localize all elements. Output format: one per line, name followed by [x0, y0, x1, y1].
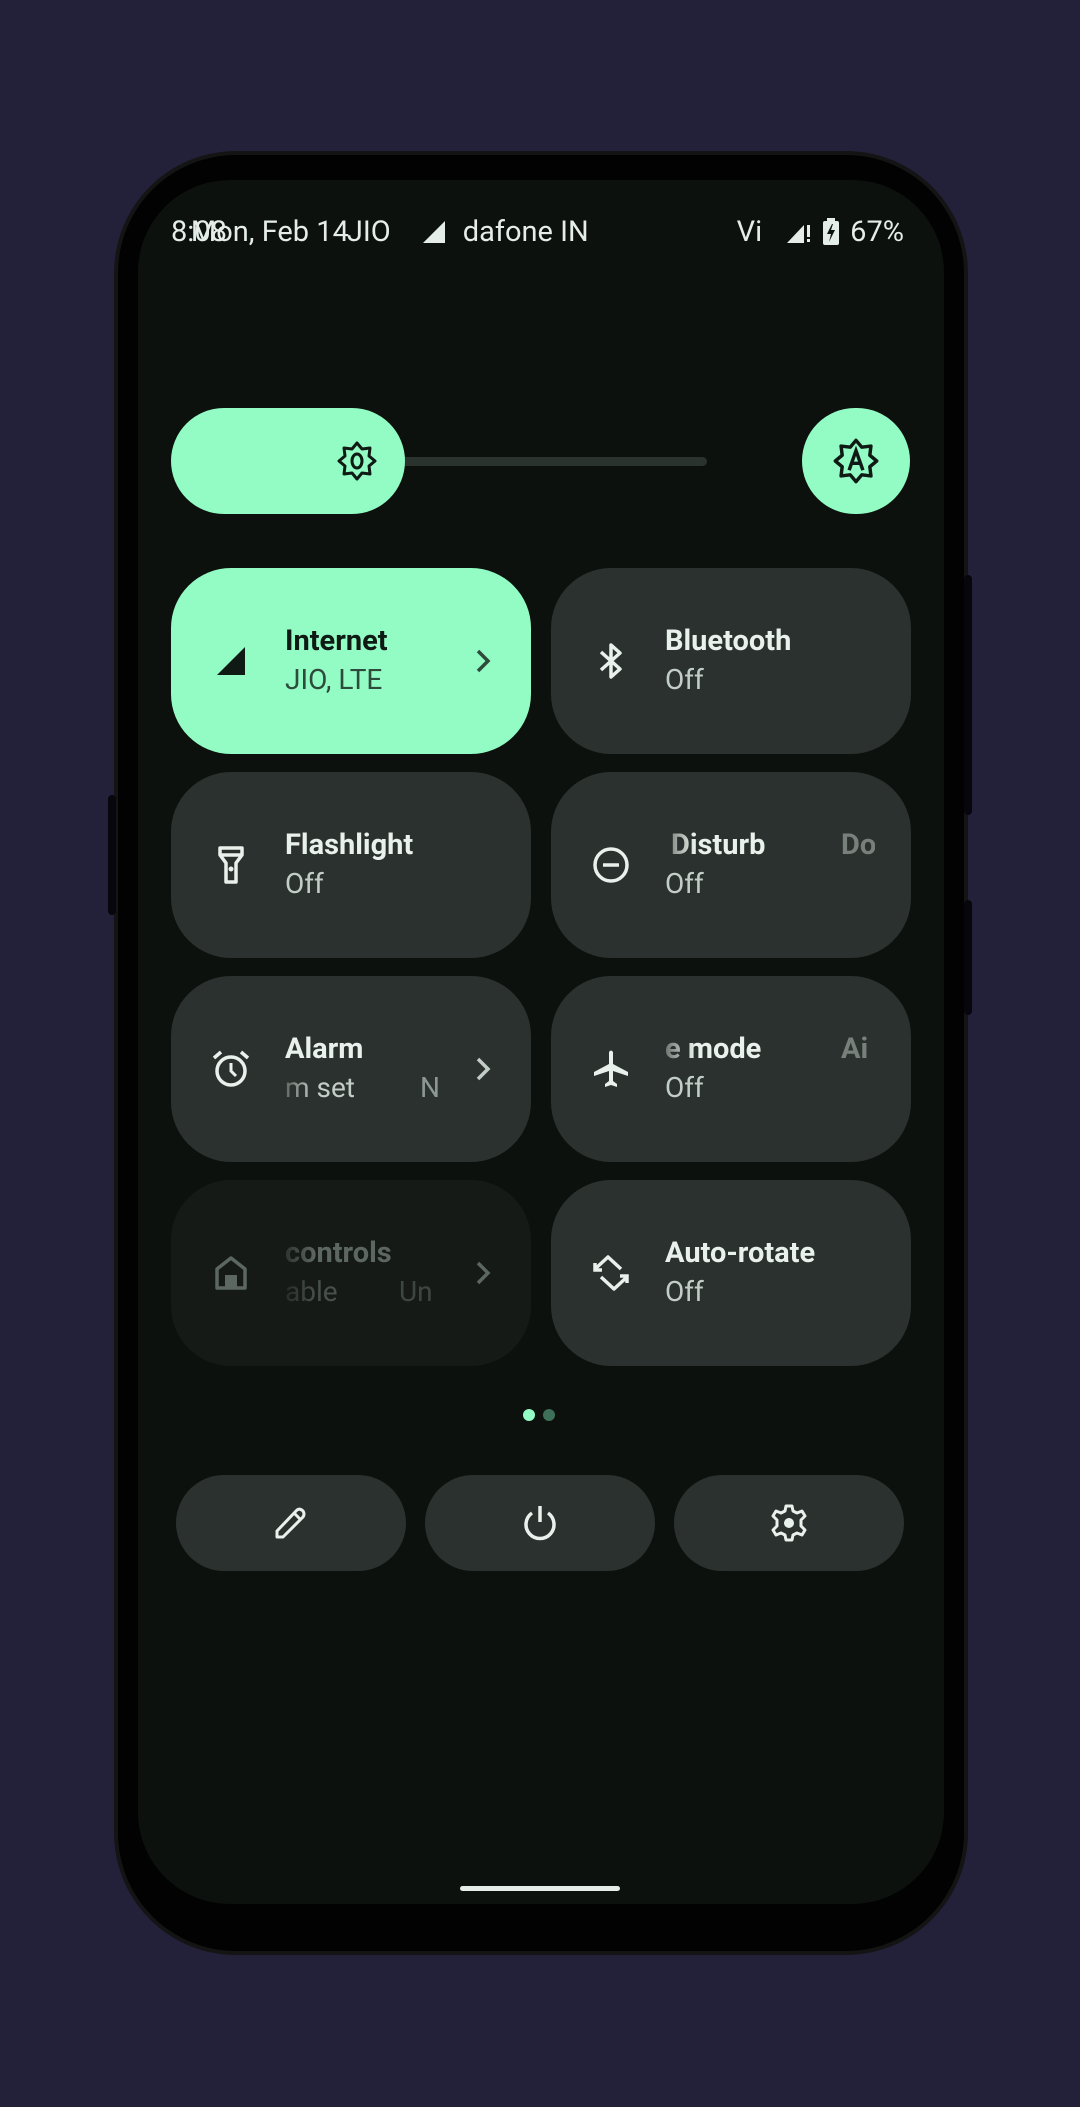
bluetooth-icon	[591, 641, 631, 681]
brightness-slider[interactable]	[171, 408, 707, 514]
tile-state: Off	[665, 1071, 704, 1104]
chevron-right-icon	[476, 649, 491, 673]
tile-do-not-disturb[interactable]: Disturb Do Off	[551, 772, 911, 958]
side-button-left	[108, 795, 116, 915]
tile-label: Disturb Do	[671, 828, 875, 862]
tile-label: controls	[285, 1236, 392, 1270]
battery-percent: 67%	[850, 215, 904, 249]
brightness-fill[interactable]	[171, 408, 405, 514]
page-dot[interactable]	[543, 1409, 555, 1421]
tile-airplane-mode[interactable]: e mode Ai Off	[551, 976, 911, 1162]
do-not-disturb-icon	[591, 845, 631, 885]
edit-button[interactable]	[176, 1475, 406, 1571]
edit-pencil-icon	[275, 1507, 306, 1539]
power-side-button	[964, 900, 972, 1015]
tile-state: able Un	[285, 1272, 445, 1312]
tile-label: Bluetooth	[665, 624, 792, 658]
status-bar: 8:08 Mon, Feb 14 JIO dafone IN Vi 67%	[171, 212, 904, 252]
marquee-ghost-text: Ai	[841, 1032, 869, 1066]
page-indicator	[523, 1409, 555, 1421]
quick-settings-screen: 8:08 Mon, Feb 14 JIO dafone IN Vi 67% In…	[138, 180, 944, 1904]
gesture-navigation-handle[interactable]	[460, 1886, 620, 1891]
tile-state: Off	[665, 663, 704, 696]
page-dot-active[interactable]	[523, 1409, 535, 1421]
signal-icon	[211, 641, 251, 681]
marquee-ghost-text: Un	[399, 1275, 433, 1308]
footer-actions	[176, 1475, 904, 1571]
status-carrier-2: dafone IN	[462, 215, 589, 249]
tile-flashlight[interactable]: Flashlight Off	[171, 772, 531, 958]
home-icon	[211, 1253, 251, 1293]
tile-home-controls[interactable]: controls able Un	[171, 1180, 531, 1366]
quick-settings-tiles: Internet JIO, LTE Bluetooth Off Flashlig…	[171, 568, 911, 1366]
volume-button	[964, 575, 972, 815]
tile-alarm[interactable]: Alarm m set N	[171, 976, 531, 1162]
tile-state: m set N	[285, 1068, 445, 1108]
tile-label: Auto-rotate	[665, 1236, 816, 1270]
tile-label: e mode Ai	[665, 1032, 869, 1066]
tile-bluetooth[interactable]: Bluetooth Off	[551, 568, 911, 754]
tile-state: Off	[665, 1275, 704, 1308]
tile-auto-rotate[interactable]: Auto-rotate Off	[551, 1180, 911, 1366]
settings-button[interactable]	[674, 1475, 904, 1571]
tile-label: Flashlight	[285, 828, 414, 862]
alarm-icon	[211, 1049, 251, 1089]
power-button[interactable]	[425, 1475, 655, 1571]
tile-label: Internet	[285, 624, 388, 658]
tile-state: JIO, LTE	[285, 663, 383, 696]
settings-gear-icon	[771, 1504, 807, 1542]
battery-charging-icon	[823, 218, 840, 245]
status-date: Mon, Feb 14	[190, 215, 349, 249]
tile-state: Off	[665, 867, 704, 900]
flashlight-icon	[211, 845, 251, 885]
brightness-icon	[337, 441, 377, 481]
power-icon	[524, 1506, 556, 1541]
auto-rotate-icon	[591, 1253, 631, 1293]
auto-brightness-button[interactable]	[802, 408, 910, 514]
airplane-icon	[591, 1049, 631, 1089]
tile-state: Off	[285, 867, 324, 900]
marquee-ghost-text: N	[420, 1071, 440, 1104]
marquee-ghost-text: Do	[841, 828, 875, 862]
signal-no-data-icon	[787, 225, 811, 243]
status-carrier-3: Vi	[736, 215, 763, 249]
tile-internet[interactable]: Internet JIO, LTE	[171, 568, 531, 754]
signal-full-icon	[422, 221, 445, 243]
chevron-right-icon	[476, 1261, 491, 1285]
chevron-right-icon	[476, 1057, 491, 1081]
tile-label: Alarm	[285, 1032, 364, 1066]
status-carrier-1: JIO	[346, 215, 391, 249]
auto-brightness-icon	[833, 438, 879, 484]
